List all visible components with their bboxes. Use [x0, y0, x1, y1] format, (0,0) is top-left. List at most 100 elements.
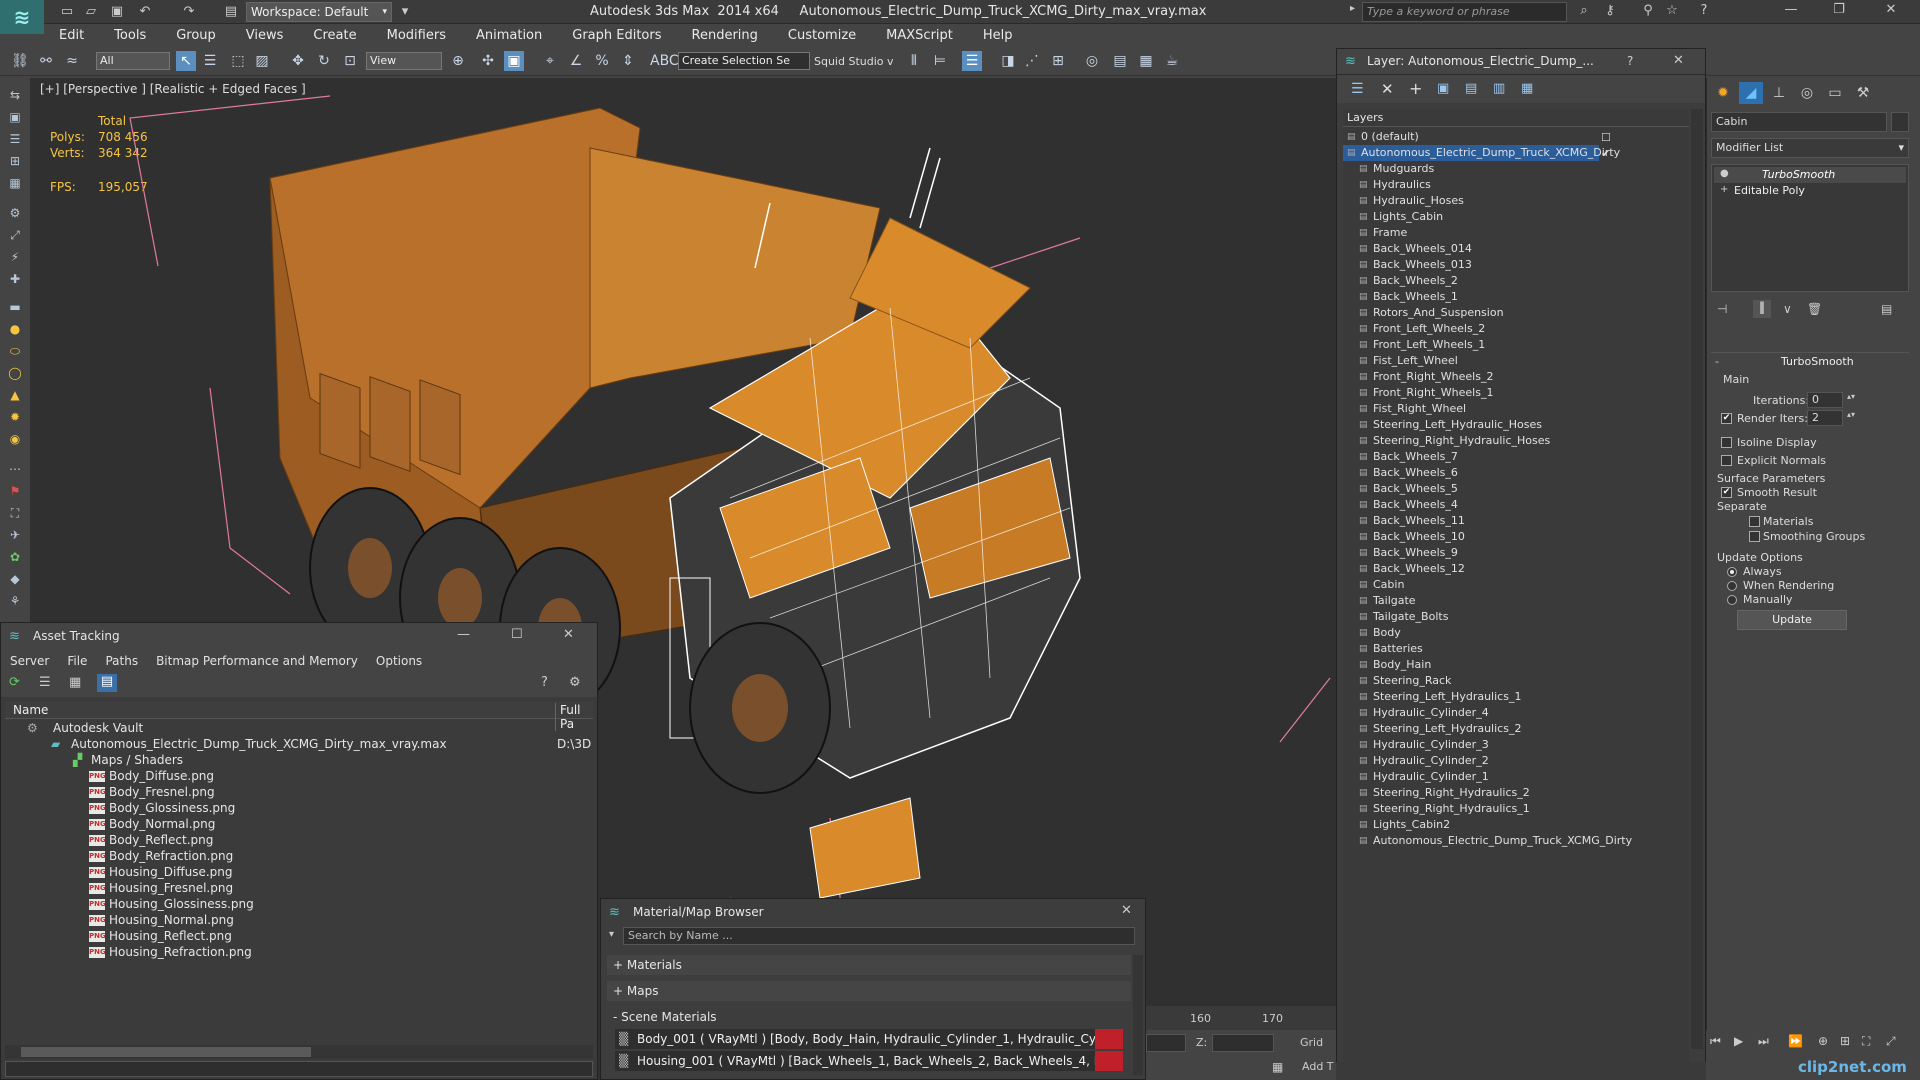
menu-maxscript[interactable]: MAXScript [871, 28, 968, 43]
asset-map-row[interactable]: PNG Body_Fresnel.png [5, 785, 593, 801]
add-time-tag[interactable]: Add T [1302, 1060, 1334, 1073]
pin-stack-icon[interactable]: ⊣ [1717, 302, 1727, 316]
layer-row[interactable]: ▤ Steering_Left_Hydraulics_1 [1343, 689, 1689, 705]
materials-checkbox[interactable] [1749, 516, 1760, 527]
layer-row[interactable]: ▤ Mudguards [1343, 161, 1689, 177]
scene-material-item[interactable]: ▒ Housing_001 ( VRayMtl ) [Back_Wheels_1… [615, 1051, 1123, 1071]
help-icon[interactable]: ? [1694, 3, 1714, 21]
show-end-result-icon[interactable]: ‖ [1753, 300, 1771, 318]
play-icon[interactable]: ▶ [1734, 1034, 1743, 1048]
layer-row[interactable]: ▤ Cabin [1343, 577, 1689, 593]
layer-row[interactable]: ▤ Back_Wheels_5 [1343, 481, 1689, 497]
layer-row[interactable]: ▤ Back_Wheels_10 [1343, 529, 1689, 545]
next-frame-icon[interactable]: ⏭ [1758, 1034, 1769, 1049]
tool-icon-5[interactable]: ▦ [6, 176, 24, 192]
exchange-icon[interactable]: ⚲ [1638, 3, 1658, 21]
asset-map-row[interactable]: PNG Housing_Diffuse.png [5, 865, 593, 881]
named-selection-dropdown[interactable]: Create Selection Se [678, 52, 810, 70]
window-crossing-icon[interactable]: ▨ [252, 51, 272, 71]
tool-icon-10[interactable]: ⋯ [6, 462, 24, 478]
create-tab-icon[interactable]: ✹ [1711, 82, 1735, 104]
bind-spacewarp-icon[interactable]: ≈ [62, 51, 82, 71]
rect-selection-icon[interactable]: ⬚ [228, 51, 248, 71]
render-production-icon[interactable]: ☕ [1162, 51, 1182, 71]
unlink-icon[interactable]: ⚯ [36, 51, 56, 71]
snap-3d-icon[interactable]: ⌖ [540, 51, 560, 71]
menu-edit[interactable]: Edit [44, 28, 99, 43]
asset-menu-file[interactable]: File [58, 654, 96, 668]
layer-row[interactable]: ▤ Back_Wheels_6 [1343, 465, 1689, 481]
thumbnail-view-icon[interactable]: ▦ [69, 675, 81, 690]
layer-row[interactable]: ▤ Autonomous_Electric_Dump_Truck_XCMG_Dir… [1343, 833, 1689, 849]
layer-row[interactable]: ▤ Hydraulics [1343, 177, 1689, 193]
redo-icon[interactable]: ↷ [180, 3, 198, 21]
maps-group[interactable]: + Maps [607, 981, 1131, 1001]
material-scrollbar[interactable] [1133, 955, 1143, 1075]
hide-all-icon[interactable]: ▦ [1521, 81, 1533, 96]
ref-coord-dropdown[interactable]: View [366, 52, 442, 70]
mirror-icon[interactable]: ⫴ [904, 51, 924, 71]
modify-tab-icon[interactable]: ◢ [1739, 82, 1763, 104]
add-layer-icon[interactable]: + [1409, 79, 1422, 98]
layer-row[interactable]: ▤ Fist_Right_Wheel [1343, 401, 1689, 417]
settings-icon[interactable]: ⚙ [569, 675, 581, 690]
layer-row[interactable]: ▤ Rotors_And_Suspension [1343, 305, 1689, 321]
rotate-icon[interactable]: ↻ [314, 51, 334, 71]
scale-icon[interactable]: ⊡ [340, 51, 360, 71]
manually-radio[interactable] [1727, 595, 1737, 605]
material-editor-icon[interactable]: ◎ [1082, 51, 1102, 71]
align-icon[interactable]: ⊨ [930, 51, 950, 71]
squid-studio-label[interactable]: Squid Studio v [814, 55, 894, 68]
layer-row[interactable]: ▤ Hydraulic_Cylinder_2 [1343, 753, 1689, 769]
layer-row[interactable]: ▤ Hydraulic_Cylinder_1 [1343, 769, 1689, 785]
layer-row[interactable]: ▤ Steering_Left_Hydraulics_2 [1343, 721, 1689, 737]
col-name-header[interactable]: Name [13, 703, 48, 717]
layer-row[interactable]: ▤ 0 (default) ☐ [1343, 129, 1689, 145]
torus-icon[interactable]: ◯ [6, 366, 24, 382]
layer-row[interactable]: ▤ Back_Wheels_1 [1343, 289, 1689, 305]
zoom-all-icon[interactable]: ⊞ [1840, 1034, 1850, 1048]
layer-row[interactable]: ▤ Fist_Left_Wheel [1343, 353, 1689, 369]
vault-row[interactable]: ⚙ Autodesk Vault [5, 721, 593, 737]
timeline-ruler[interactable]: 160 170 [1146, 1006, 1336, 1030]
tool-icon-14[interactable]: ✿ [6, 550, 24, 566]
layer-row[interactable]: ▤ Steering_Rack [1343, 673, 1689, 689]
select-manipulate-icon[interactable]: ✣ [478, 51, 498, 71]
render-setup-icon[interactable]: ▤ [1110, 51, 1130, 71]
asset-map-row[interactable]: PNG Body_Normal.png [5, 817, 593, 833]
select-by-name-icon[interactable]: ☰ [200, 51, 220, 71]
table-view-icon[interactable]: ▤ [97, 674, 117, 692]
hierarchy-tab-icon[interactable]: ⊥ [1767, 82, 1791, 104]
layer-row[interactable]: ▤ Tailgate [1343, 593, 1689, 609]
layer-row[interactable]: ▤ Back_Wheels_11 [1343, 513, 1689, 529]
menu-views[interactable]: Views [231, 28, 299, 43]
layer-row[interactable]: ▤ Lights_Cabin [1343, 209, 1689, 225]
light-icon[interactable]: ✹ [6, 410, 24, 426]
file-row[interactable]: ▰ Autonomous_Electric_Dump_Truck_XCMG_Di… [5, 737, 593, 753]
object-color-swatch[interactable] [1891, 112, 1909, 132]
menu-group[interactable]: Group [161, 28, 231, 43]
layer-manager-icon[interactable]: ☰ [962, 51, 982, 71]
asset-map-row[interactable]: PNG Housing_Glossiness.png [5, 897, 593, 913]
layer-row[interactable]: ▤ Batteries [1343, 641, 1689, 657]
undo-icon[interactable]: ↶ [136, 3, 154, 21]
y-coord-field[interactable] [1146, 1034, 1186, 1052]
link-icon[interactable]: ⛓ [10, 51, 30, 71]
asset-menu-bitmap[interactable]: Bitmap Performance and Memory [147, 654, 367, 668]
when-rendering-radio[interactable] [1727, 581, 1737, 591]
keyboard-shortcut-icon[interactable]: ▣ [504, 51, 524, 71]
asset-map-row[interactable]: PNG Housing_Normal.png [5, 913, 593, 929]
layer-row[interactable]: ▤ Back_Wheels_013 [1343, 257, 1689, 273]
tool-icon-11[interactable]: ⚑ [6, 484, 24, 500]
tool-icon-15[interactable]: ◆ [6, 572, 24, 588]
layer-panel-help[interactable]: ? [1627, 54, 1633, 68]
asset-map-row[interactable]: PNG Body_Glossiness.png [5, 801, 593, 817]
layer-row[interactable]: ▤ Front_Left_Wheels_2 [1343, 321, 1689, 337]
layer-row[interactable]: ▤ Back_Wheels_2 [1343, 273, 1689, 289]
maximize-viewport-icon[interactable]: ⤢ [1886, 1034, 1896, 1049]
star-icon[interactable]: ☆ [1662, 3, 1682, 21]
tool-icon-3[interactable]: ☰ [6, 132, 24, 148]
layers-icon[interactable]: ☰ [1351, 81, 1364, 97]
layer-row[interactable]: ▤ Steering_Right_Hydraulics_2 [1343, 785, 1689, 801]
stack-item-editable-poly[interactable]: + Editable Poly [1714, 183, 1906, 199]
